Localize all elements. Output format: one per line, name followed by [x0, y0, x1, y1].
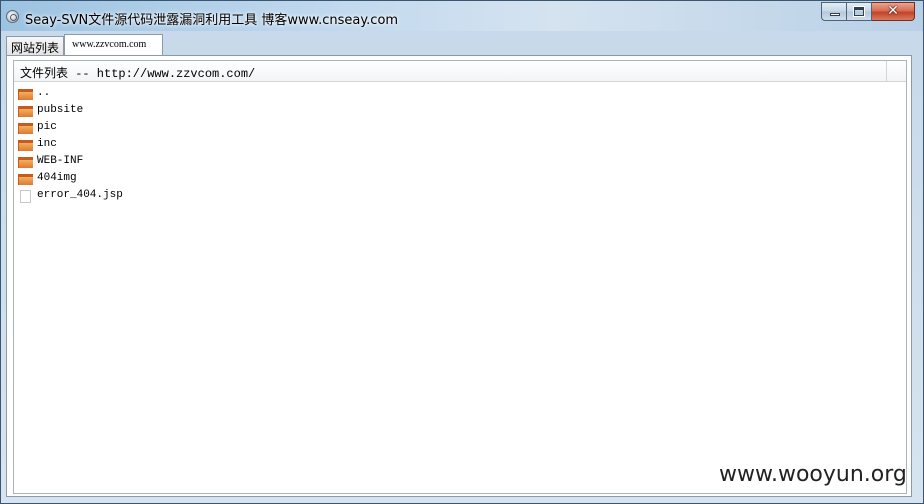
minimize-icon [830, 13, 840, 16]
app-icon[interactable] [6, 10, 19, 23]
list-item-name: WEB-INF [37, 155, 84, 167]
file-icon [18, 190, 33, 203]
close-icon: ✕ [887, 3, 899, 19]
app-window: Seay-SVN文件源代码泄露漏洞利用工具 博客www.cnseay.com ✕… [0, 0, 924, 504]
tab-site-zzvcom-label: www.zzvcom.com [72, 39, 147, 50]
column-header-file-list[interactable]: 文件列表 -- http://www.zzvcom.com/ [14, 61, 887, 81]
list-item-name: pic [37, 121, 57, 133]
list-item-name: inc [37, 138, 57, 150]
window-title: Seay-SVN文件源代码泄露漏洞利用工具 博客www.cnseay.com [25, 13, 399, 28]
list-item-name: pubsite [37, 104, 84, 116]
list-item-name: .. [37, 87, 51, 99]
list-item-name: error_404.jsp [37, 189, 123, 201]
file-list[interactable]: 文件列表 -- http://www.zzvcom.com/ .. pubsit… [13, 60, 907, 494]
folder-icon [18, 140, 33, 151]
folder-icon [18, 174, 33, 185]
title-bar[interactable]: Seay-SVN文件源代码泄露漏洞利用工具 博客www.cnseay.com ✕ [1, 1, 923, 31]
column-header-label: 文件列表 -- http://www.zzvcom.com/ [20, 67, 256, 81]
tab-site-list[interactable]: 网站列表 [6, 36, 64, 55]
close-button[interactable]: ✕ [872, 2, 915, 21]
watermark-text: www.wooyun.org [719, 462, 907, 487]
file-list-header: 文件列表 -- http://www.zzvcom.com/ [14, 61, 906, 82]
window-controls: ✕ [821, 2, 915, 22]
minimize-button[interactable] [821, 2, 847, 21]
folder-icon [18, 157, 33, 168]
maximize-button[interactable] [847, 2, 872, 21]
folder-icon [18, 89, 33, 100]
tab-site-zzvcom[interactable]: www.zzvcom.com [64, 34, 163, 55]
maximize-icon [853, 6, 865, 17]
tab-panel: 文件列表 -- http://www.zzvcom.com/ .. pubsit… [6, 55, 912, 497]
list-item-name: 404img [37, 172, 77, 184]
folder-icon [18, 106, 33, 117]
tab-site-list-label: 网站列表 [11, 41, 60, 55]
folder-icon [18, 123, 33, 134]
